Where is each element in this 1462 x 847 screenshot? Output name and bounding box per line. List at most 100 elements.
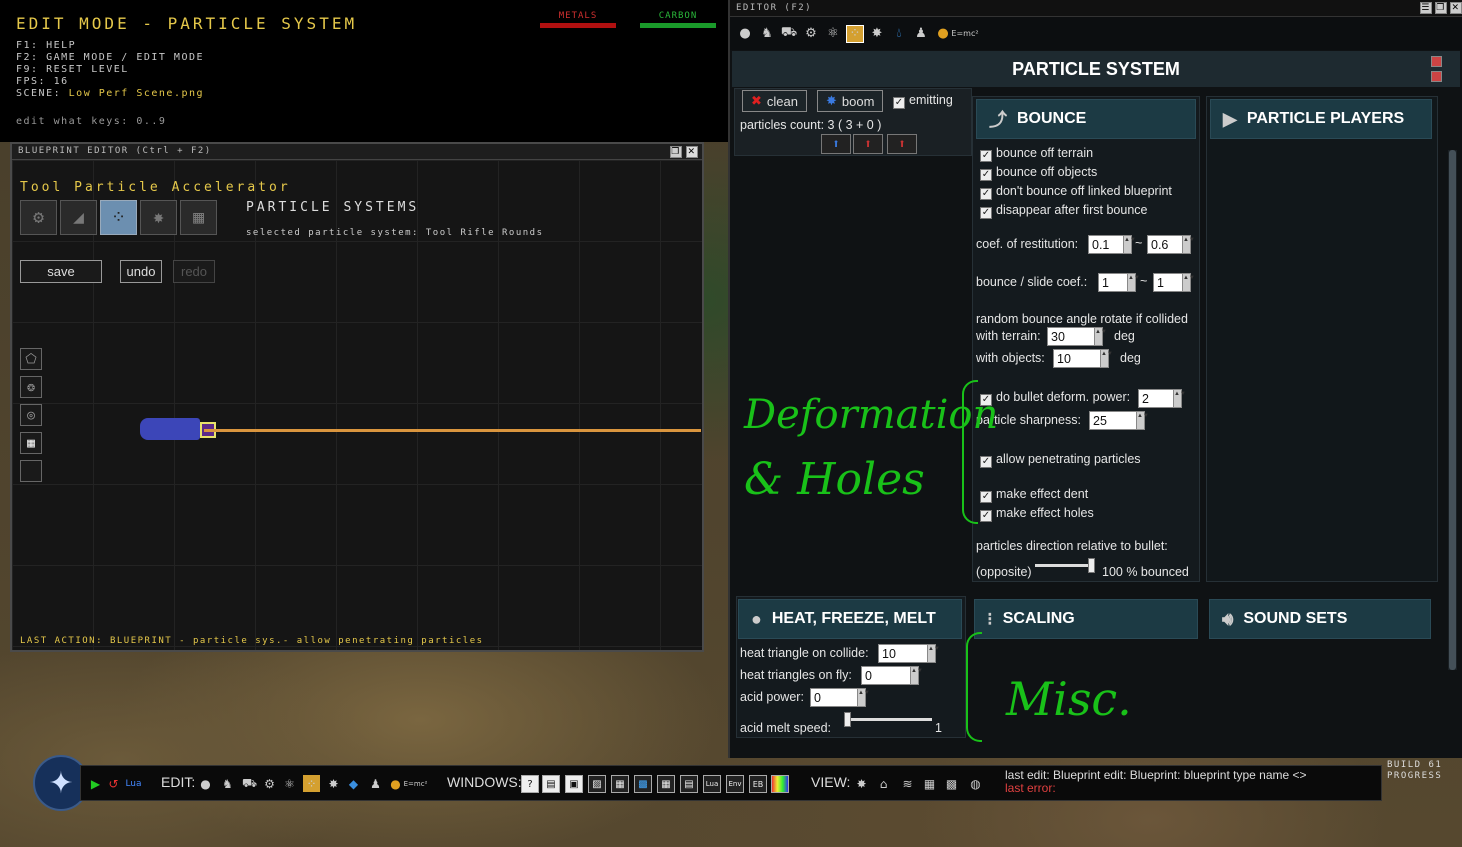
lua-window-icon[interactable]: Lua bbox=[703, 775, 721, 793]
water-drop-icon[interactable]: 💧︎ bbox=[890, 25, 908, 43]
pentagon-tool-icon[interactable]: ⬠ bbox=[20, 348, 42, 370]
editor-scrollbar[interactable] bbox=[1448, 150, 1457, 670]
wind-view-icon[interactable]: ≋ bbox=[899, 775, 916, 792]
robot-icon[interactable]: ♞ bbox=[219, 775, 236, 792]
explosion-view-icon[interactable]: ✸ bbox=[853, 775, 870, 792]
eb-window-icon[interactable]: EB bbox=[749, 775, 767, 793]
spinner-icon[interactable]: ▲▼ bbox=[927, 644, 940, 663]
tool-explosion-icon[interactable]: ✸ bbox=[140, 200, 177, 235]
tiles-window-icon[interactable]: ▩ bbox=[634, 775, 652, 793]
close-icon[interactable]: ✕ bbox=[1450, 2, 1462, 14]
tool-gear-icon[interactable]: ⚙ bbox=[20, 200, 57, 235]
checkbox-icon[interactable]: ✓ bbox=[980, 456, 992, 468]
bounce-terrain-option[interactable]: ✓ bounce off terrain bbox=[980, 146, 1093, 162]
redo-button[interactable]: redo bbox=[173, 260, 215, 283]
particle-players-header[interactable]: ▶ PARTICLE PLAYERS bbox=[1210, 99, 1432, 139]
spinner-icon[interactable]: ▲▼ bbox=[1182, 235, 1195, 254]
checkbox-icon[interactable]: ✓ bbox=[893, 97, 905, 109]
holes-option[interactable]: ✓ make effect holes bbox=[980, 506, 1094, 522]
explosion-icon[interactable]: ✸ bbox=[325, 775, 342, 792]
deform-power-field[interactable]: 2 ▲▼ bbox=[1138, 389, 1186, 408]
spinner-icon[interactable]: ▲▼ bbox=[857, 688, 870, 707]
explosion-icon[interactable]: ✸ bbox=[868, 25, 886, 43]
acid-power-field[interactable]: 0 ▲▼ bbox=[810, 688, 870, 707]
list-window-icon[interactable]: ▤ bbox=[542, 775, 560, 793]
penetrating-option[interactable]: ✓ allow penetrating particles bbox=[980, 452, 1141, 468]
upload-icon[interactable]: ⬆ bbox=[821, 134, 851, 154]
direction-slider[interactable] bbox=[1035, 558, 1095, 573]
emitting-checkbox[interactable]: ✓ emitting bbox=[893, 93, 953, 109]
stats-window-icon[interactable]: ▦ bbox=[611, 775, 629, 793]
scroll-up-icon[interactable] bbox=[1431, 56, 1442, 67]
scroll-down-icon[interactable] bbox=[1431, 71, 1442, 82]
vehicle-icon[interactable]: ⛟ bbox=[780, 25, 798, 43]
tool-particles-icon[interactable]: ⁘ bbox=[100, 200, 137, 235]
gear-icon[interactable]: ⚙ bbox=[802, 25, 820, 43]
checkbox-icon[interactable]: ✓ bbox=[980, 491, 992, 503]
spinner-icon[interactable]: ▲▼ bbox=[1136, 411, 1149, 430]
tool-gun-icon[interactable]: ◢ bbox=[60, 200, 97, 235]
planet-icon[interactable]: ● bbox=[197, 775, 214, 792]
color-window-icon[interactable] bbox=[771, 775, 789, 793]
help-window-icon[interactable]: ? bbox=[521, 775, 539, 793]
blueprint-window-icon[interactable]: ▣ bbox=[565, 775, 583, 793]
people-icon[interactable]: ♟ bbox=[912, 25, 930, 43]
stop-icon[interactable]: ⬆ bbox=[887, 134, 917, 154]
scaling-header[interactable]: ⁝ SCALING bbox=[974, 599, 1198, 639]
undo-button[interactable]: undo bbox=[120, 260, 162, 283]
fire-icon[interactable]: ⬆ bbox=[853, 134, 883, 154]
slider-knob[interactable] bbox=[1088, 558, 1095, 573]
checkbox-icon[interactable]: ✓ bbox=[980, 207, 992, 219]
blueprint-canvas[interactable]: Tool Particle Accelerator ⚙ ◢ ⁘ ✸ ▦ PART… bbox=[12, 160, 702, 650]
spinner-icon[interactable]: ▲▼ bbox=[910, 666, 923, 685]
spinner-icon[interactable]: ▲▼ bbox=[1182, 273, 1195, 292]
editor-titlebar[interactable]: EDITOR (F2) ☰ ❐ ✕ bbox=[730, 0, 1462, 17]
bounce-header[interactable]: ⤴ BOUNCE bbox=[976, 99, 1196, 139]
globe-view-icon[interactable]: ◍ bbox=[967, 775, 984, 792]
reset-icon[interactable]: ↺ bbox=[105, 775, 122, 792]
slider-knob[interactable] bbox=[844, 712, 851, 727]
tool-sketch-icon[interactable]: ▦ bbox=[180, 200, 217, 235]
robot-icon[interactable]: ♞ bbox=[758, 25, 776, 43]
dense-grid-view-icon[interactable]: ▩ bbox=[943, 775, 960, 792]
restore-icon[interactable]: ❐ bbox=[1435, 2, 1447, 14]
heat-collide-field[interactable]: 10 ▲▼ bbox=[878, 644, 940, 663]
wheel-tool-icon[interactable]: ❂ bbox=[20, 376, 42, 398]
acid-melt-slider[interactable] bbox=[844, 712, 932, 727]
linked-blueprint-option[interactable]: ✓ don't bounce off linked blueprint bbox=[980, 184, 1172, 200]
restitution-max-field[interactable]: 0.6 ▲▼ bbox=[1147, 235, 1195, 254]
dent-option[interactable]: ✓ make effect dent bbox=[980, 487, 1088, 503]
people-icon[interactable]: ♟ bbox=[367, 775, 384, 792]
deform-option[interactable]: ✓ do bullet deform. power: bbox=[980, 390, 1130, 406]
sound-sets-header[interactable]: 🔊︎ SOUND SETS bbox=[1209, 599, 1431, 639]
scrollbar-thumb[interactable] bbox=[1449, 150, 1456, 670]
list-icon[interactable]: ☰ bbox=[1420, 2, 1432, 14]
coin-icon[interactable]: ● bbox=[934, 25, 952, 43]
slide-max-field[interactable]: 1 ▲▼ bbox=[1153, 273, 1195, 292]
coin-icon[interactable]: ● bbox=[387, 775, 404, 792]
spinner-icon[interactable]: ▲▼ bbox=[1123, 235, 1136, 254]
slide-min-field[interactable]: 1 ▲▼ bbox=[1098, 273, 1140, 292]
planet-icon[interactable]: ● bbox=[736, 25, 754, 43]
sharpness-field[interactable]: 25 ▲▼ bbox=[1089, 411, 1149, 430]
boom-button[interactable]: ✸ boom bbox=[817, 90, 884, 112]
clean-button[interactable]: ✖ clean bbox=[742, 90, 807, 112]
turret-icon[interactable]: ⚛ bbox=[824, 25, 842, 43]
particles-icon[interactable]: ⁘ bbox=[303, 775, 320, 792]
water-drop-icon[interactable]: ◆ bbox=[345, 775, 362, 792]
play-icon[interactable]: ▶ bbox=[87, 775, 104, 792]
vehicle-icon[interactable]: ⛟ bbox=[241, 775, 258, 792]
spinner-icon[interactable]: ▲▼ bbox=[1094, 327, 1107, 346]
scene-window-icon[interactable]: ▨ bbox=[588, 775, 606, 793]
grid-view-icon[interactable]: ▦ bbox=[921, 775, 938, 792]
table-window-icon[interactable]: ▤ bbox=[680, 775, 698, 793]
empty-tool-icon[interactable] bbox=[20, 460, 42, 482]
spinner-icon[interactable]: ▲▼ bbox=[1100, 349, 1113, 368]
restore-icon[interactable]: ❐ bbox=[670, 146, 682, 158]
restitution-min-field[interactable]: 0.1 ▲▼ bbox=[1088, 235, 1136, 254]
formula-icon[interactable]: E=mc² bbox=[951, 25, 978, 43]
grid-window-icon[interactable]: ▦ bbox=[657, 775, 675, 793]
gear-icon[interactable]: ⚙ bbox=[261, 775, 278, 792]
spinner-icon[interactable]: ▲▼ bbox=[1127, 273, 1140, 292]
checkbox-icon[interactable]: ✓ bbox=[980, 150, 992, 162]
